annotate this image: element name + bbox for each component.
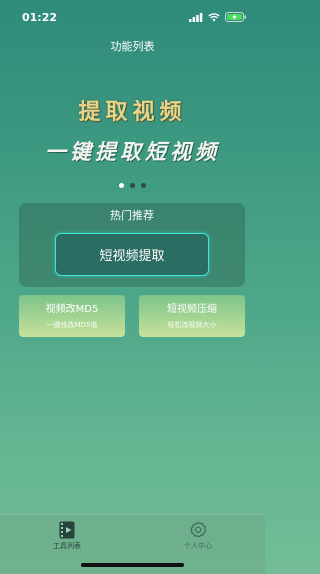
status-bar: 01:22 (0, 0, 265, 34)
hot-recommend-panel: 热门推荐 短视频提取 (19, 203, 245, 287)
card-subtitle: 一键修改MD5值 (46, 321, 98, 329)
wifi-icon (208, 12, 220, 21)
home-indicator (81, 563, 184, 567)
banner-title: 提取视频 (78, 99, 187, 125)
carousel-indicator (0, 183, 265, 188)
card-title: 短视频压缩 (167, 304, 217, 315)
video-md5-card[interactable]: 视频改MD5 一键修改MD5值 (19, 295, 125, 337)
card-title: 视频改MD5 (45, 304, 99, 315)
video-compress-card[interactable]: 短视频压缩 轻松改视频大小 (139, 295, 245, 337)
banner-carousel[interactable]: 提取视频 一键提取短视频 (0, 86, 265, 176)
short-video-extract-button[interactable]: 短视频提取 (55, 233, 209, 276)
video-list-icon (59, 521, 75, 539)
carousel-dot[interactable] (141, 183, 146, 188)
signal-icon (189, 12, 203, 22)
banner-subtitle: 一键提取短视频 (45, 139, 220, 164)
battery-charging-icon (225, 12, 247, 22)
card-subtitle: 轻松改视频大小 (167, 321, 217, 329)
status-time: 01:22 (22, 10, 58, 24)
carousel-dot[interactable] (119, 183, 124, 188)
carousel-dot[interactable] (130, 183, 135, 188)
tab-label: 工具列表 (53, 542, 81, 550)
tab-label: 个人中心 (184, 542, 212, 550)
tab-tool-list[interactable]: 工具列表 (37, 521, 97, 551)
page-title: 功能列表 (110, 40, 155, 53)
hot-recommend-title: 热门推荐 (110, 209, 154, 222)
status-icons (189, 12, 247, 22)
gear-icon (190, 521, 207, 538)
tab-personal-center[interactable]: 个人中心 (168, 521, 228, 551)
